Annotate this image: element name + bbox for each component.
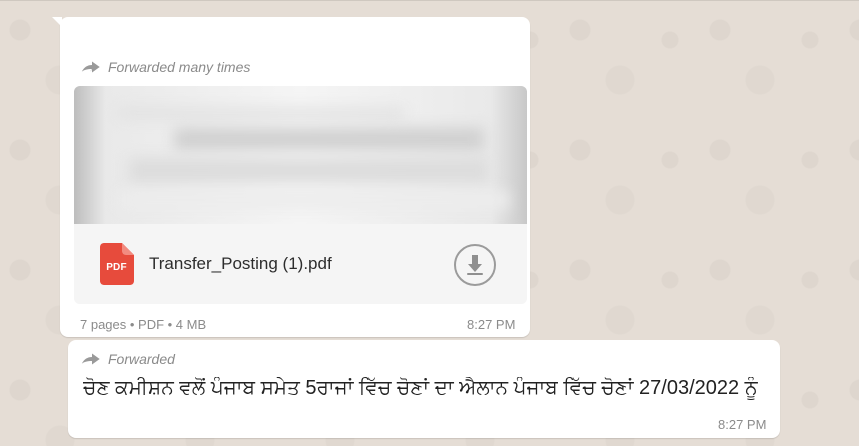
message-text: ਚੋਣ ਕਮੀਸ਼ਨ ਵਲੋਂ ਪੰਜਾਬ ਸਮੇਤ 5ਰਾਜਾਂ ਵਿੱਚ ਚ…	[83, 377, 758, 399]
file-attachment-card[interactable]: PDF Transfer_Posting (1).pdf	[74, 86, 527, 304]
text-message-time: 8:27 PM	[718, 417, 767, 432]
pdf-badge-text: PDF	[106, 262, 127, 273]
forwarded-text: Forwarded	[108, 351, 175, 367]
download-arrow-icon	[467, 255, 483, 275]
attachment-file-name[interactable]: Transfer_Posting (1).pdf	[149, 254, 332, 274]
file-info-row[interactable]: PDF Transfer_Posting (1).pdf	[74, 224, 527, 304]
forward-arrow-icon	[81, 353, 100, 365]
file-meta-info: 7 pages • PDF • 4 MB	[80, 317, 207, 332]
text-message-bubble[interactable]: Forwarded ਚੋਣ ਕਮੀਸ਼ਨ ਵਲੋਂ ਪੰਜਾਬ ਸਮੇਤ 5ਰਾ…	[68, 340, 780, 438]
download-button[interactable]	[454, 244, 496, 286]
pdf-file-icon: PDF	[99, 243, 134, 285]
file-message-time: 8:27 PM	[467, 317, 516, 332]
forwarded-many-times-label: Forwarded many times	[80, 60, 250, 74]
forwarded-label: Forwarded	[80, 352, 175, 366]
forward-arrow-icon	[81, 61, 100, 73]
file-message-bubble[interactable]: Forwarded many times PDF Transfer_Postin…	[52, 17, 530, 337]
forwarded-many-times-text: Forwarded many times	[108, 59, 251, 75]
top-divider	[0, 0, 859, 1]
document-preview[interactable]	[74, 86, 527, 224]
